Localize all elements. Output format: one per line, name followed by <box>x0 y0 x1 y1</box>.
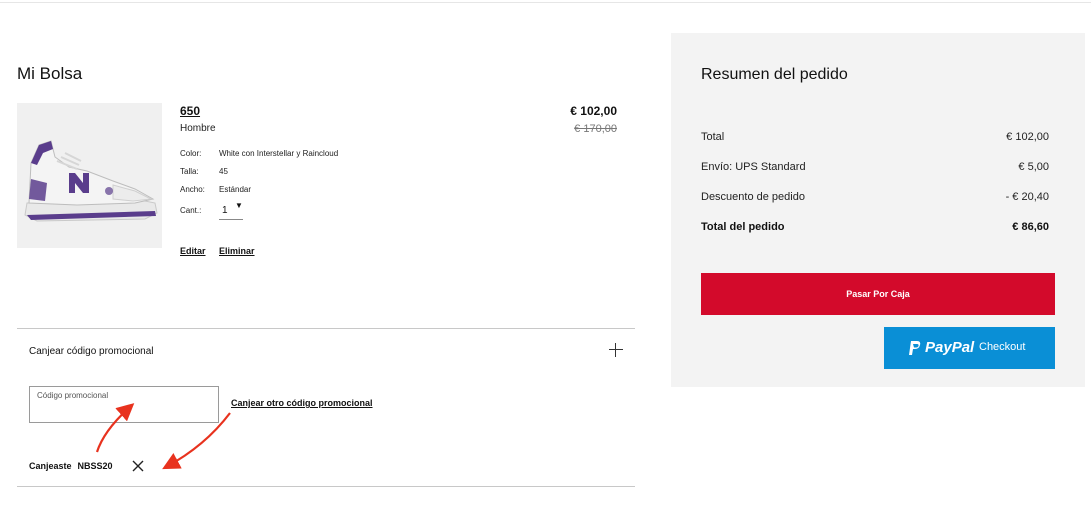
paypal-checkout-button[interactable]: PayPal Checkout <box>884 327 1055 369</box>
order-total-value: € 86,60 <box>1012 221 1049 233</box>
attr-label-color: Color: <box>180 149 202 158</box>
attr-value-size: 45 <box>219 167 228 176</box>
product-name-link[interactable]: 650 <box>180 104 200 118</box>
summary-row-order-total: Total del pedido € 86,60 <box>701 221 1049 233</box>
attr-label-qty: Cant.: <box>180 206 202 215</box>
sneaker-icon <box>24 140 158 222</box>
promo-toggle-label: Canjear código promocional <box>29 346 154 357</box>
redeem-other-code-link[interactable]: Canjear otro código promocional <box>231 398 373 408</box>
summary-row-label: Descuento de pedido <box>701 191 805 203</box>
plus-icon <box>609 343 623 357</box>
top-divider <box>0 2 1091 3</box>
summary-row-label: Total <box>701 131 725 143</box>
bag-title: Mi Bolsa <box>17 64 83 83</box>
paypal-checkout-label: Checkout <box>979 341 1026 353</box>
attr-label-size: Talla: <box>180 167 199 176</box>
checkout-button[interactable]: Pasar Por Caja <box>701 273 1055 315</box>
applied-code: Canjeaste NBSS20 <box>29 461 113 471</box>
price-original: € 170,00 <box>574 123 617 135</box>
paypal-icon <box>909 341 921 355</box>
price-current: € 102,00 <box>570 104 617 118</box>
summary-title: Resumen del pedido <box>701 66 848 83</box>
product-gender: Hombre <box>180 123 216 134</box>
summary-row-label: Envío: UPS Standard <box>701 161 806 173</box>
promo-code-toggle[interactable]: Canjear código promocional <box>17 329 635 375</box>
summary-row-discount: Descuento de pedido - € 20,40 <box>701 191 1049 203</box>
attr-label-width: Ancho: <box>180 185 205 194</box>
attr-value-color: White con Interstellar y Raincloud <box>219 149 339 158</box>
applied-code-value: NBSS20 <box>77 461 113 471</box>
summary-row-value: € 102,00 <box>1006 131 1049 143</box>
order-summary-panel: Resumen del pedido Total € 102,00 Envío:… <box>671 33 1085 387</box>
chevron-down-icon: ▼ <box>235 201 243 210</box>
summary-row-shipping: Envío: UPS Standard € 5,00 <box>701 161 1049 173</box>
order-total-label: Total del pedido <box>701 221 785 233</box>
applied-prefix: Canjeaste <box>29 461 72 471</box>
edit-link[interactable]: Editar <box>180 246 206 256</box>
paypal-wordmark: PayPal <box>925 339 975 356</box>
summary-row-value: € 5,00 <box>1018 161 1049 173</box>
remove-link[interactable]: Eliminar <box>219 246 255 256</box>
summary-row-value: - € 20,40 <box>1005 191 1049 203</box>
quantity-value: 1 <box>222 205 228 216</box>
summary-row-total: Total € 102,00 <box>701 131 1049 143</box>
close-icon[interactable] <box>131 459 145 473</box>
attr-value-width: Estándar <box>219 185 252 194</box>
promo-code-input[interactable] <box>29 386 219 423</box>
product-image[interactable] <box>17 103 162 248</box>
section-divider-bottom <box>17 486 635 487</box>
quantity-select[interactable]: 1 ▼ <box>219 200 243 220</box>
